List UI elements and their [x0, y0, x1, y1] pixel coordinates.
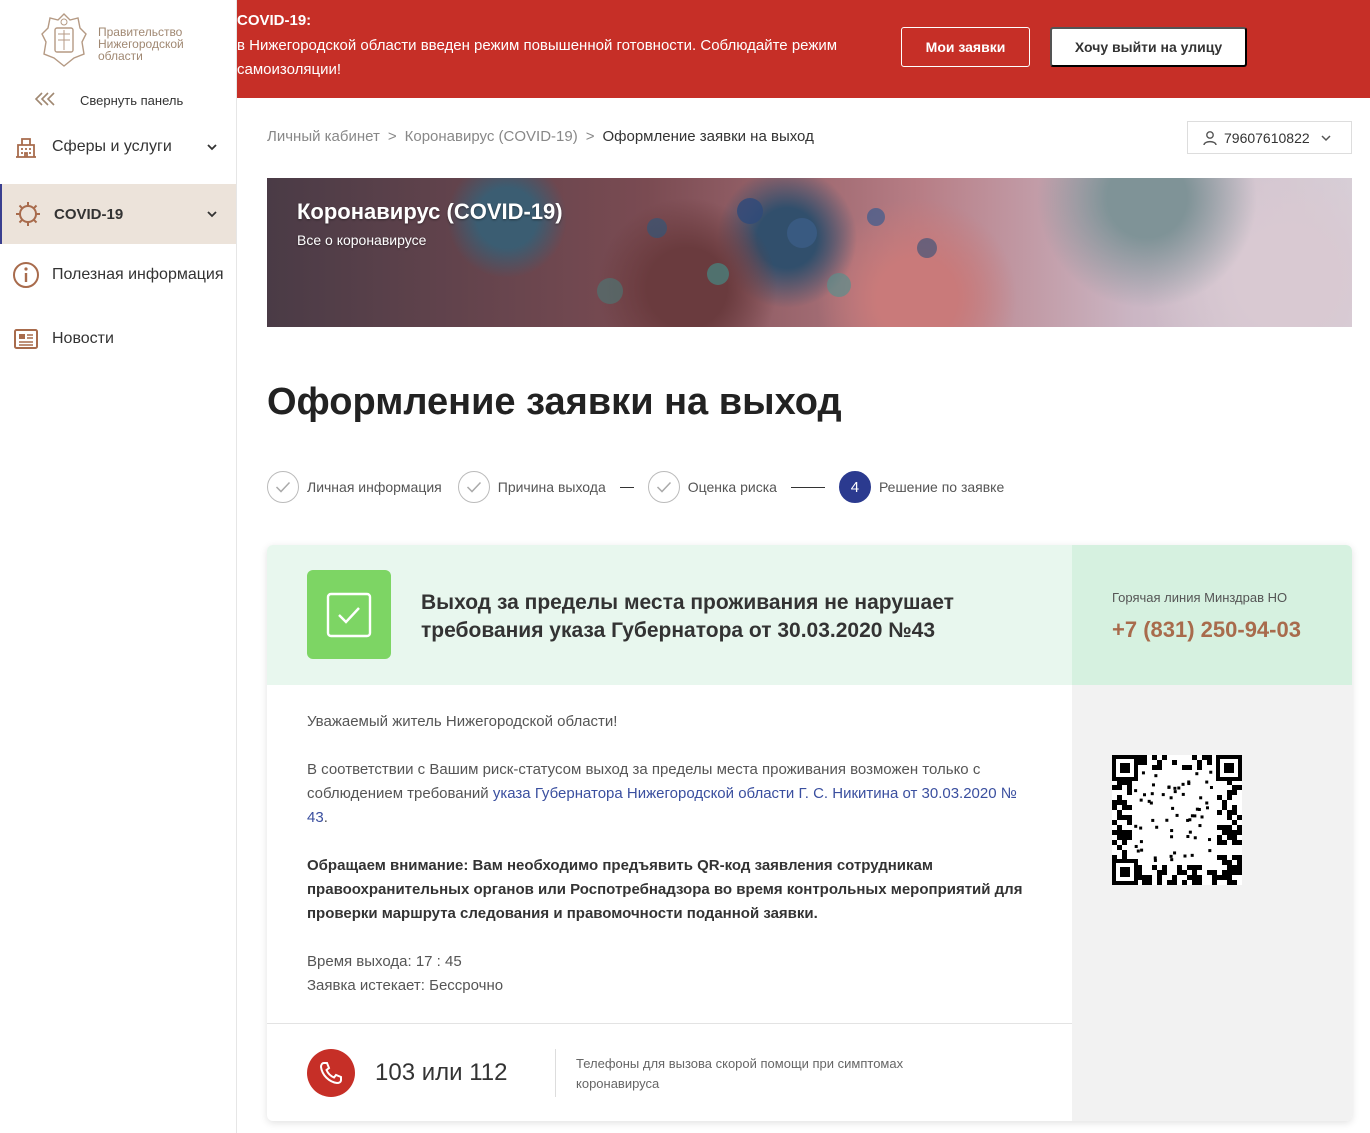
sidebar-item-news[interactable]: Новости	[0, 308, 236, 370]
attention-notice: Обращаем внимание: Вам необходимо предъя…	[307, 857, 1023, 922]
expiry-text: Заявка истекает: Бессрочно	[307, 977, 504, 994]
breadcrumb-current: Оформление заявки на выход	[602, 128, 814, 145]
qr-code	[1112, 755, 1242, 885]
emergency-note: Телефоны для вызова скорой помощи при си…	[576, 1056, 904, 1091]
double-chevron-left-icon	[34, 90, 74, 111]
check-icon	[457, 471, 490, 503]
step-separator	[619, 486, 634, 488]
user-phone: 79607610822	[1224, 129, 1310, 146]
chevron-down-icon	[207, 144, 217, 151]
banner-title: COVID-19:	[237, 12, 312, 29]
step-label: Личная информация	[307, 479, 442, 495]
chevron-down-icon	[1321, 134, 1331, 141]
step-label: Оценка риска	[687, 479, 777, 495]
emergency-numbers: 103 или 112	[375, 1059, 508, 1086]
info-icon	[12, 261, 40, 289]
sidebar-item-useful-info[interactable]: Полезная информация	[0, 244, 236, 306]
go-outside-button[interactable]: Хочу выйти на улицу	[1050, 27, 1247, 67]
compliance-paragraph: В соответствии с Вашим риск-статусом вых…	[307, 761, 1017, 826]
decision-headline: Выход за пределы места проживания не нар…	[421, 591, 954, 642]
hero-subtitle: Все о коронавирусе	[297, 232, 427, 248]
collapse-panel-button[interactable]: Свернуть панель	[34, 90, 183, 111]
step-personal-info[interactable]: Личная информация	[267, 471, 442, 503]
user-menu[interactable]: 79607610822	[1187, 121, 1352, 154]
sidebar-item-services[interactable]: Сферы и услуги	[0, 116, 236, 178]
check-icon	[647, 471, 680, 503]
divider	[555, 1049, 556, 1097]
decision-header: Выход за пределы места проживания не нар…	[267, 545, 1072, 685]
chevron-down-icon	[207, 211, 217, 218]
step-decision[interactable]: 4 Решение по заявке	[838, 471, 1005, 503]
breadcrumb-separator: >	[585, 128, 595, 145]
covid-alert-banner: COVID-19: в Нижегородской области введен…	[237, 0, 1370, 98]
logo[interactable]: Правительство Нижегородской области	[38, 10, 208, 72]
user-icon	[1203, 130, 1217, 145]
step-risk-assessment[interactable]: Оценка риска	[647, 471, 777, 503]
breadcrumb-separator: >	[387, 128, 397, 145]
step-separator	[790, 486, 825, 488]
sidebar-item-label: Новости	[52, 330, 114, 347]
banner-text: в Нижегородской области введен режим пов…	[237, 37, 838, 78]
breadcrumb-link-covid[interactable]: Коронавирус (COVID-19)	[405, 128, 578, 145]
emergency-footer: 103 или 112 Телефоны для вызова скорой п…	[267, 1023, 1072, 1121]
step-exit-reason[interactable]: Причина выхода	[457, 471, 606, 503]
hotline-label: Горячая линия Минздрав НО	[1112, 590, 1288, 605]
decision-card: Выход за пределы места проживания не нар…	[267, 545, 1352, 1121]
collapse-panel-label: Свернуть панель	[80, 93, 184, 108]
sidebar-item-covid[interactable]: COVID-19	[0, 184, 236, 244]
building-icon	[12, 133, 40, 161]
greeting-text: Уважаемый житель Нижегородской области!	[307, 713, 618, 730]
check-icon	[267, 471, 299, 503]
qr-panel	[1072, 685, 1352, 1121]
news-icon	[12, 325, 40, 353]
coat-of-arms-icon	[41, 13, 87, 67]
breadcrumb: Личный кабинет > Коронавирус (COVID-19) …	[267, 128, 822, 145]
virus-icon	[14, 200, 42, 228]
sidebar-item-label: Полезная информация	[52, 266, 224, 283]
breadcrumb-link-cabinet[interactable]: Личный кабинет	[267, 128, 380, 145]
hotline-panel: Горячая линия Минздрав НО +7 (831) 250-9…	[1072, 545, 1352, 685]
step-label: Решение по заявке	[878, 479, 1005, 495]
covid-hero-banner[interactable]: Коронавирус (COVID-19) Все о коронавирус…	[267, 178, 1352, 327]
step-label: Причина выхода	[497, 479, 606, 495]
logo-text: Правительство Нижегородской области	[98, 25, 184, 63]
sidebar-item-label: COVID-19	[54, 205, 124, 223]
phone-icon	[307, 1049, 355, 1097]
exit-time: Время выхода: 17 : 45	[307, 953, 462, 970]
my-requests-button[interactable]: Мои заявки	[901, 27, 1030, 67]
hotline-phone[interactable]: +7 (831) 250-94-03	[1112, 617, 1301, 643]
sidebar-item-label: Сферы и услуги	[52, 138, 172, 155]
step-number: 4	[838, 471, 871, 503]
decision-body: Уважаемый житель Нижегородской области! …	[307, 710, 1032, 998]
sidebar: Правительство Нижегородской области Свер…	[0, 0, 237, 1133]
page-title: Оформление заявки на выход	[267, 381, 842, 423]
hero-title: Коронавирус (COVID-19)	[297, 199, 563, 224]
approved-check-icon	[307, 570, 391, 659]
progress-stepper: Личная информация Причина выхода Оценка …	[267, 471, 1004, 503]
